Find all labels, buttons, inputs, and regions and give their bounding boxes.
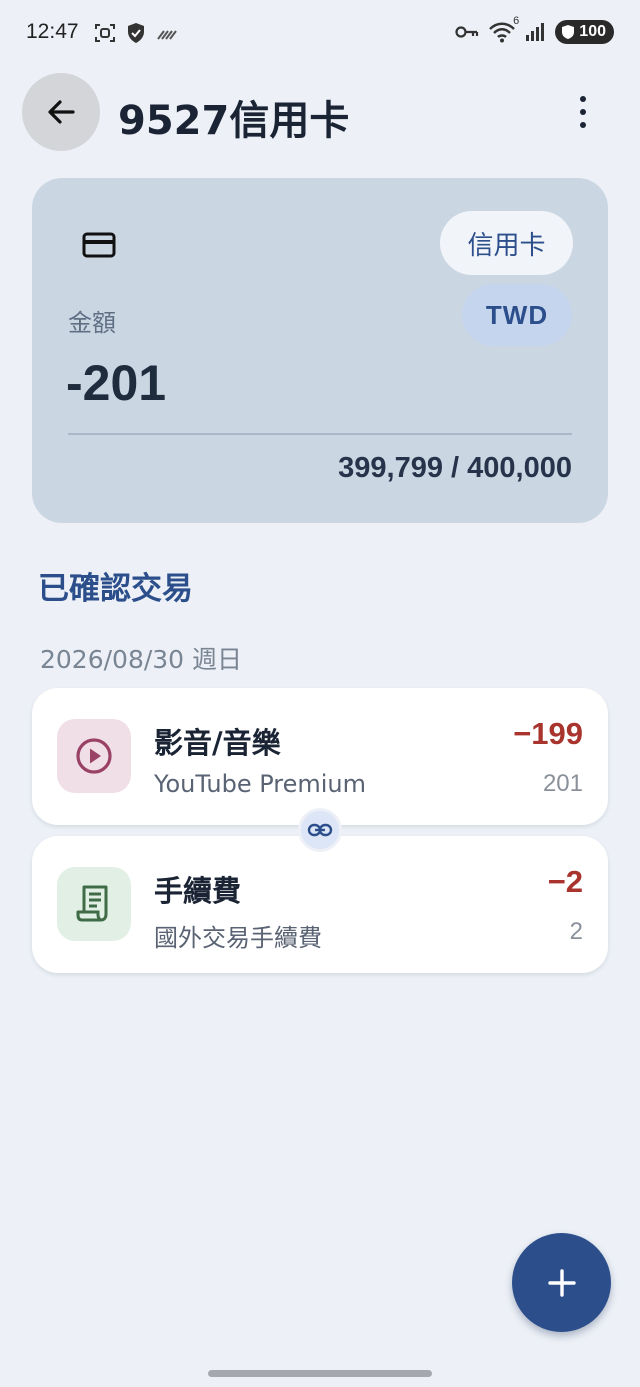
battery-shield-icon xyxy=(562,25,575,39)
account-summary-card: 信用卡 TWD 金額 -201 399,799 / 400,000 xyxy=(32,178,608,523)
add-transaction-button[interactable] xyxy=(512,1233,611,1332)
more-options-button[interactable] xyxy=(566,92,600,132)
section-title: 已確認交易 xyxy=(38,571,193,607)
status-bar: 12:47 6 100 xyxy=(0,0,640,64)
transaction-category: 手續費 xyxy=(154,874,242,908)
transaction-category-icon xyxy=(57,867,131,941)
transaction-category-icon xyxy=(57,719,131,793)
transaction-description: 國外交易手續費 xyxy=(154,924,322,952)
add-icon xyxy=(547,1268,576,1297)
linked-transactions-button[interactable] xyxy=(298,808,342,852)
cell-signal-icon xyxy=(526,23,545,41)
back-button[interactable] xyxy=(22,73,100,151)
status-time: 12:47 xyxy=(26,20,79,43)
credit-card-icon xyxy=(82,232,116,258)
transaction-amount: −2 xyxy=(547,864,583,899)
amount-value: -201 xyxy=(66,355,167,411)
more-vert-icon xyxy=(580,96,586,102)
receipt-icon xyxy=(76,885,108,922)
battery-icon: 100 xyxy=(555,20,614,44)
wifi-badge: 6 xyxy=(513,15,520,27)
vpn-key-icon xyxy=(455,26,479,38)
transaction-sub-value: 2 xyxy=(569,918,583,945)
arrow-back-icon xyxy=(48,100,75,124)
transaction-amount: −199 xyxy=(513,716,583,751)
transaction-sub-value: 201 xyxy=(542,770,583,797)
transaction-category: 影音/音樂 xyxy=(154,726,281,760)
transaction-description: YouTube Premium xyxy=(154,770,367,798)
signal-off-icon xyxy=(157,30,177,40)
date-header: 2026/08/30 週日 xyxy=(40,645,243,674)
transaction-item[interactable]: 手續費 國外交易手續費 −2 2 xyxy=(32,836,608,973)
transaction-item[interactable]: 影音/音樂 YouTube Premium −199 201 xyxy=(32,688,608,825)
card-divider xyxy=(68,433,572,435)
screenshot-icon xyxy=(95,24,115,42)
shield-icon xyxy=(128,23,144,43)
link-icon xyxy=(307,823,333,837)
play-circle-icon xyxy=(76,738,112,774)
wifi-icon: 6 xyxy=(489,15,519,43)
battery-level: 100 xyxy=(579,23,606,40)
currency-chip[interactable]: TWD xyxy=(462,284,572,346)
account-type-chip[interactable]: 信用卡 xyxy=(440,211,573,275)
page-title: 9527信用卡 xyxy=(118,98,350,144)
credit-limit-text: 399,799 / 400,000 xyxy=(338,452,572,484)
amount-label: 金額 xyxy=(68,309,116,337)
home-indicator[interactable] xyxy=(208,1370,432,1377)
